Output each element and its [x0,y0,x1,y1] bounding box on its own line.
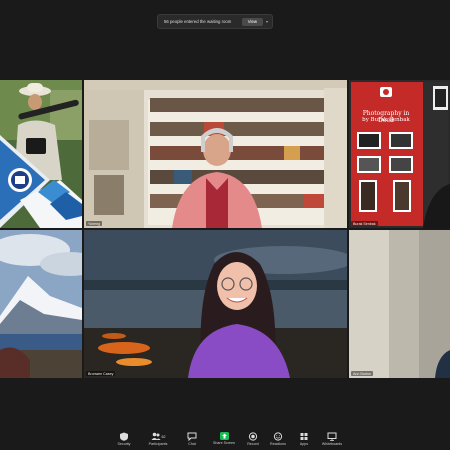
security-button[interactable]: Security [106,432,142,446]
participant-tile-4[interactable] [0,230,82,378]
chat-button[interactable]: Chat [174,432,210,446]
participants-button[interactable]: 62 Participants [140,432,176,446]
view-waiting-room-button[interactable]: View [241,17,263,26]
participant-name-2: Yoneng [86,221,103,226]
participant-tile-5[interactable]: Bronwen Casey [84,230,347,378]
participants-label: Participants [148,442,168,446]
participant-name-6: Ann Barton [351,371,373,376]
participant-video-2 [84,80,347,228]
chat-icon [187,432,197,441]
participant-video-6 [349,230,450,378]
chevron-down-icon[interactable]: ▾ [266,19,268,24]
participant-video-5 [84,230,347,378]
security-label: Security [117,442,131,446]
participant-tile-3[interactable]: Photography in Deed by Burak Şenbak Bura… [349,80,450,228]
participants-count: 62 [161,434,166,439]
participant-name-5: Bronwen Casey [86,371,116,376]
share-screen-icon [219,432,229,440]
meeting-toolbar: Security 62 Participants Chat Share Scre… [0,424,450,450]
people-icon [151,432,160,440]
waiting-room-notification: 56 people entered the waiting room View … [157,14,273,29]
whiteboards-label: Whiteboards [321,442,343,446]
participant-video-1 [0,80,82,228]
record-icon [248,432,258,441]
whiteboard-icon [327,432,337,441]
whiteboards-button[interactable]: Whiteboards [314,432,350,446]
poster-subtitle: by Burak Şenbak [362,117,410,123]
participant-video-3 [349,80,450,228]
participant-tile-6[interactable]: Ann Barton [349,230,450,378]
participant-name-3: Burak Senbak [351,221,378,226]
chat-label: Chat [188,442,196,446]
participant-tile-1[interactable] [0,80,82,228]
waiting-room-text: 56 people entered the waiting room [164,19,232,24]
apps-icon [300,433,308,440]
participant-video-4 [0,230,82,378]
reactions-icon [273,432,283,441]
shield-icon [120,432,128,441]
participant-tile-2[interactable]: Yoneng [84,80,347,228]
